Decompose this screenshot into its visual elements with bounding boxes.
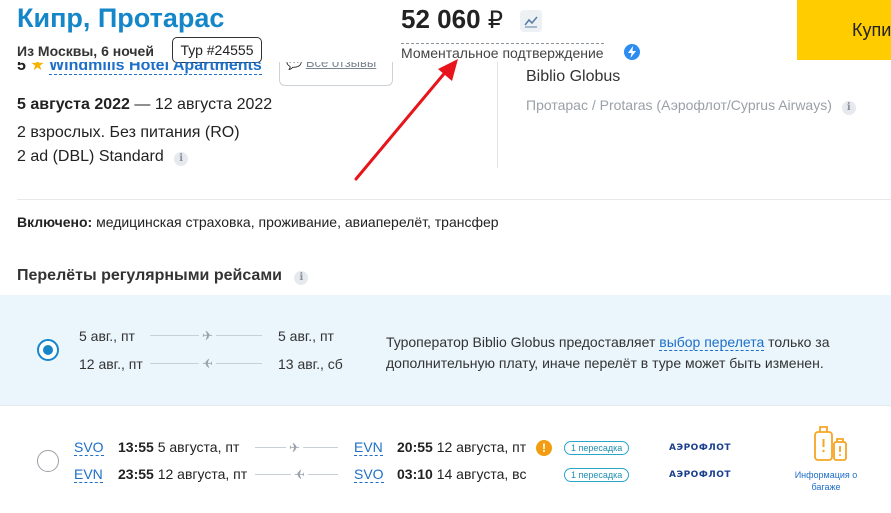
outbound-date-from: 5 авг., пт [79, 328, 135, 344]
date-to: 12 августа 2022 [154, 96, 273, 113]
info-icon[interactable]: i [294, 271, 309, 285]
departure-airport-code[interactable]: SVO [74, 439, 104, 456]
baggage-info-label: Информация о багаже [786, 469, 866, 493]
guests-meal: 2 взрослых. Без питания (RO) [17, 124, 240, 141]
room-type-text: 2 ad (DBL) Standard [17, 148, 164, 165]
column-divider [497, 62, 498, 168]
included-services: Включено: медицинская страховка, прожива… [17, 214, 499, 230]
info-icon[interactable]: i [174, 152, 189, 166]
transfer-badge[interactable]: 1 пересадка [564, 468, 630, 482]
transfer-badge[interactable]: 1 пересадка [564, 441, 630, 455]
buy-button[interactable]: Купить [797, 0, 891, 60]
hotel-name-row: 5 ★ Windmills Hotel Apartments [17, 62, 262, 78]
dep-date-value: 12 августа, пт [157, 466, 248, 482]
chat-bubble-icon: 💬 [286, 62, 303, 70]
note-text-end: только за [764, 334, 830, 350]
date-separator: — [129, 96, 155, 113]
airplane-icon: ✈ [199, 356, 216, 371]
departure-airport-code[interactable]: EVN [74, 466, 103, 483]
trip-subtitle: Из Москвы, 6 ночей [17, 43, 154, 59]
return-date-from: 12 авг., пт [79, 356, 143, 372]
arr-time-value: 03:10 [397, 466, 433, 482]
included-label: Включено: [17, 214, 93, 230]
trend-chart-icon [524, 16, 538, 28]
flights-section-title: Перелёты регулярными рейсами i [17, 267, 309, 285]
departure-time: 13:55 5 августа, пт [118, 439, 239, 455]
tour-number-text: Тур #24555 [180, 42, 254, 58]
flights-title-text: Перелёты регулярными рейсами [17, 267, 282, 284]
room-type: 2 ad (DBL) Standard i [17, 148, 189, 166]
warning-icon[interactable]: ! [536, 440, 552, 456]
dep-time-value: 13:55 [118, 439, 154, 455]
star-icon: ★ [30, 62, 45, 74]
flight-choice-note: Туроператор Biblio Globus предоставляет … [386, 332, 830, 374]
radio-selected[interactable] [37, 339, 59, 361]
info-icon[interactable]: i [841, 101, 856, 115]
arrival-time: 03:10 14 августа, вс [397, 466, 526, 482]
arrival-time: 20:55 12 августа, пт [397, 439, 526, 455]
hotel-stars-count: 5 [17, 62, 26, 74]
arr-time-value: 20:55 [397, 439, 433, 455]
lightning-icon [624, 44, 640, 60]
hotel-name-link[interactable]: Windmills Hotel Apartments [49, 62, 262, 75]
annotation-arrow [354, 59, 458, 181]
airplane-icon: ✈ [286, 441, 303, 454]
flight-option-row[interactable]: SVO 13:55 5 августа, пт ✈ EVN 20:55 12 а… [0, 405, 891, 513]
airplane-icon: ✈ [291, 467, 308, 482]
departure-time: 23:55 12 августа, пт [118, 466, 247, 482]
page-title: Кипр, Протарас [17, 3, 225, 33]
included-text: медицинская страховка, проживание, авиап… [92, 214, 499, 230]
selected-flight-option[interactable]: 5 авг., пт ✈ 5 авг., пт 12 авг., пт ✈ 13… [0, 295, 891, 405]
tour-number-badge: Тур #24555 [172, 37, 262, 63]
price-currency: ₽ [487, 7, 504, 34]
dep-date-value: 5 августа, пт [157, 439, 240, 455]
radio-unselected[interactable] [37, 450, 59, 472]
flight-choice-link[interactable]: выбор перелета [659, 334, 765, 351]
airline-logo: АЭРОФЛОТ [669, 470, 732, 480]
airline-logo: АЭРОФЛОТ [669, 443, 732, 453]
arrival-airport-code[interactable]: EVN [354, 439, 383, 456]
baggage-info[interactable]: Информация о багаже [786, 424, 866, 493]
arr-date-value: 14 августа, вс [436, 466, 527, 482]
operator-route-text: Протарас / Protaras (Аэрофлот/Cyprus Air… [526, 97, 832, 113]
outbound-date-to: 5 авг., пт [278, 328, 334, 344]
arrival-airport-code[interactable]: SVO [354, 466, 384, 483]
airplane-icon: ✈ [199, 329, 216, 342]
price-chart-button[interactable] [520, 10, 542, 32]
tour-price: 52 060 ₽ [401, 4, 503, 35]
warning-symbol: ! [542, 441, 546, 455]
price-value: 52 060 [401, 4, 481, 34]
note-text-start: Туроператор Biblio Globus предоставляет [386, 334, 660, 350]
baggage-line2: багаже [811, 482, 841, 492]
baggage-line1: Информация о [794, 470, 858, 480]
suitcase-icon [814, 426, 847, 461]
operator-name-row: Biblio Globus [526, 62, 620, 86]
return-date-to: 13 авг., сб [278, 356, 343, 372]
note-text-line2: дополнительную плату, иначе перелёт в ту… [386, 355, 824, 371]
operator-name: Biblio Globus [526, 68, 621, 85]
operator-route: Протарас / Protaras (Аэрофлот/Cyprus Air… [526, 97, 856, 115]
hotel-dates: 5 августа 2022 — 12 августа 2022 [17, 96, 272, 114]
arr-date-value: 12 августа, пт [436, 439, 527, 455]
dep-time-value: 23:55 [118, 466, 154, 482]
date-from: 5 августа 2022 [17, 96, 130, 113]
buy-button-label: Купить [852, 20, 891, 40]
section-divider [17, 199, 891, 200]
